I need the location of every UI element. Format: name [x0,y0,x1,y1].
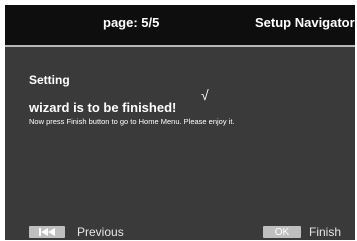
header-bar: page: 5/5 Setup Navigator [5,5,355,45]
completion-heading: wizard is to be finished! [29,100,177,115]
completion-message: Now press Finish button to go to Home Me… [29,117,235,126]
page-indicator: page: 5/5 [103,15,160,30]
ok-key: OK [263,226,301,238]
previous-button[interactable]: Previous [29,223,124,240]
finish-button[interactable]: OK Finish [263,223,341,240]
setup-navigator-screen: page: 5/5 Setup Navigator Setting √ wiza… [5,5,355,240]
content-area: Setting √ wizard is to be finished! Now … [5,47,355,240]
checkmark-icon: √ [201,87,209,103]
finish-label: Finish [309,225,342,239]
skip-back-icon [29,226,65,238]
screen-title: Setup Navigator [255,15,355,30]
previous-label: Previous [77,225,124,239]
section-title: Setting [29,73,70,87]
